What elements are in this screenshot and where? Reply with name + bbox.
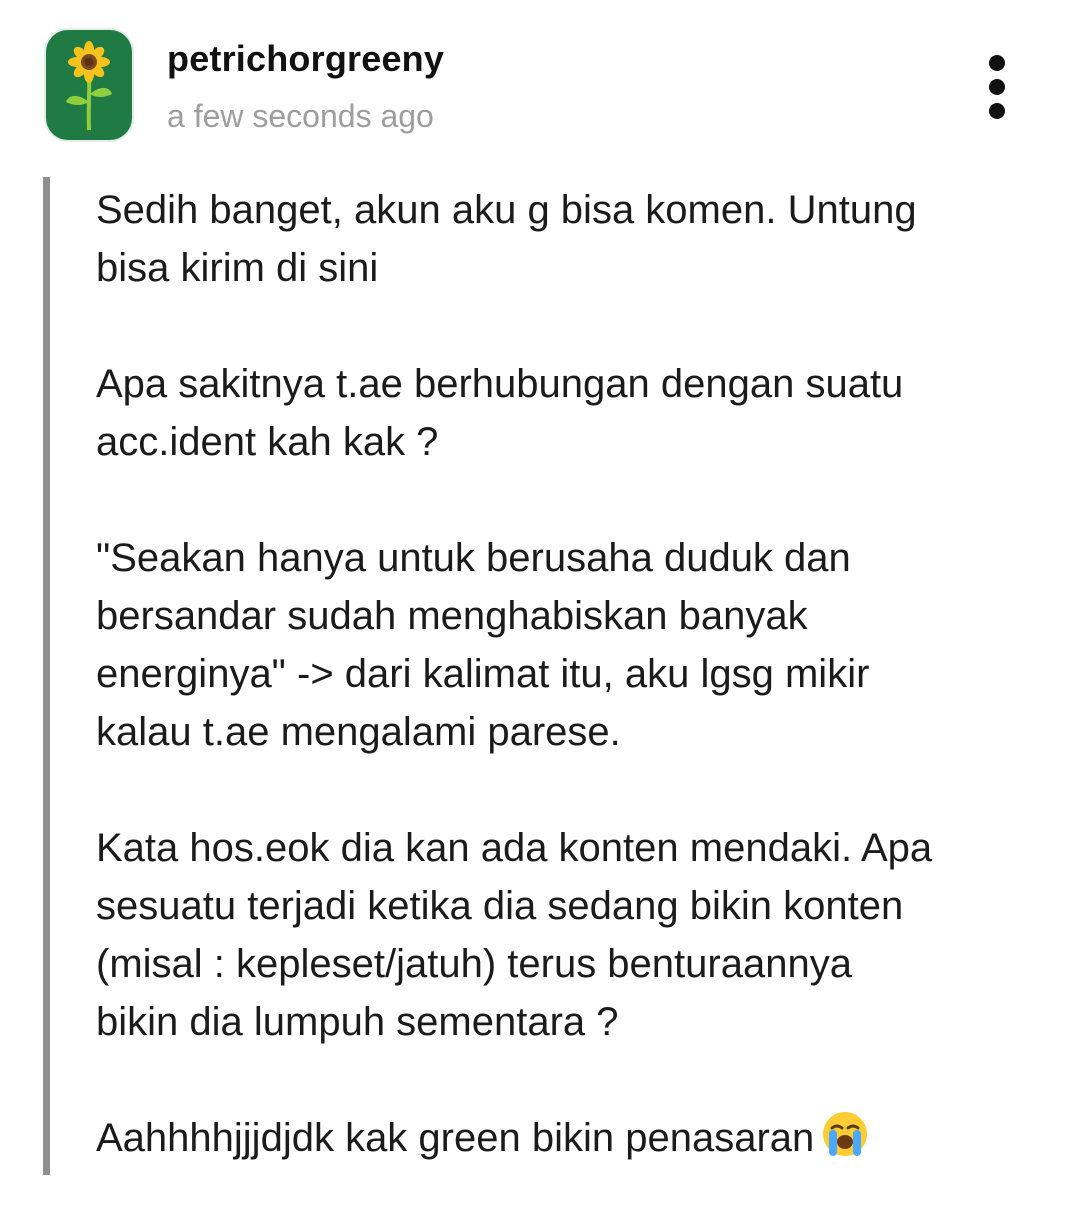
comment-line: Sedih banget, akun aku g bisa komen. Unt… <box>96 188 917 232</box>
comment-paragraph: Apa sakitnya t.ae berhubungan dengan sua… <box>96 355 1046 471</box>
comment-paragraph: Aahhhhjjjdjdk kak green bikin penasaran <box>96 1109 1046 1167</box>
comment-body: Sedih banget, akun aku g bisa komen. Unt… <box>96 181 1046 1225</box>
comment-paragraph: Kata hos.eok dia kan ada konten mendaki.… <box>96 819 1046 1051</box>
comment-line: "Seakan hanya untuk berusaha duduk dan <box>96 536 851 580</box>
comment-line: energinya" -> dari kalimat itu, aku lgsg… <box>96 652 870 696</box>
comment-line: sesuatu terjadi ketika dia sedang bikin … <box>96 884 904 928</box>
avatar[interactable] <box>46 30 132 140</box>
comment-line: Apa sakitnya t.ae berhubungan dengan sua… <box>96 362 904 406</box>
comment-line: bersandar sudah menghabiskan banyak <box>96 594 808 638</box>
comment-line: Aahhhhjjjdjdk kak green bikin penasaran <box>96 1116 815 1160</box>
comment-line: kalau t.ae mengalami parese. <box>96 710 621 754</box>
post-header: petrichorgreeny a few seconds ago <box>0 0 1080 150</box>
quote-bar <box>43 177 50 1175</box>
comment-paragraph: Sedih banget, akun aku g bisa komen. Unt… <box>96 181 1046 297</box>
comment-line: Kata hos.eok dia kan ada konten mendaki.… <box>96 826 933 870</box>
comment-paragraph: "Seakan hanya untuk berusaha duduk dan b… <box>96 529 1046 761</box>
username[interactable]: petrichorgreeny <box>167 38 444 80</box>
comment-line: bisa kirim di sini <box>96 246 379 290</box>
comment-line: bikin dia lumpuh sementara ? <box>96 1000 619 1044</box>
sunflower-icon <box>66 41 112 131</box>
comment-line: acc.ident kah kak ? <box>96 420 439 464</box>
post-timestamp: a few seconds ago <box>167 98 434 134</box>
more-options-button[interactable] <box>972 50 1022 124</box>
loudly-crying-face-icon <box>823 1112 868 1156</box>
comment-line: (misal : kepleset/jatuh) terus benturaan… <box>96 942 852 986</box>
